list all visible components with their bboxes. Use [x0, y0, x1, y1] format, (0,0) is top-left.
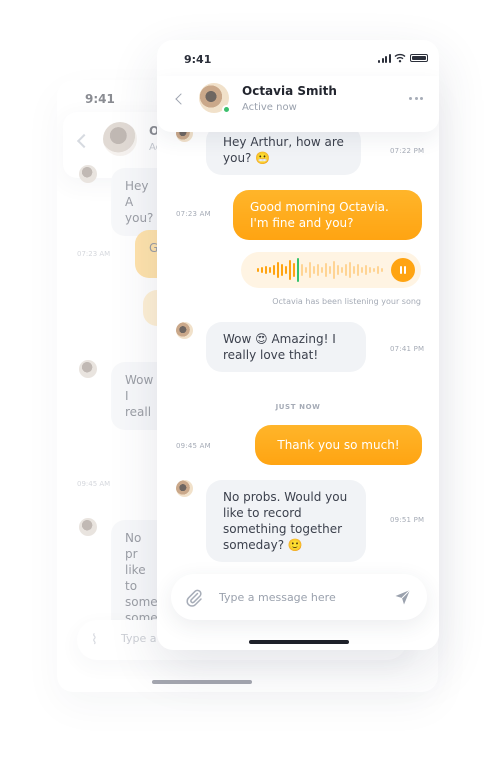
voice-listen-status: Octavia has been listening your song — [272, 297, 421, 306]
time-divider: JUST NOW — [275, 403, 321, 411]
message-bubble-incoming[interactable]: Hey Arthur, how are you? 😬 — [206, 125, 361, 175]
back-avatar-small — [79, 360, 97, 378]
paperclip-icon — [186, 589, 202, 607]
message-bubble-outgoing[interactable]: Good morning Octavia. I'm fine and you? — [233, 190, 422, 240]
back-avatar — [103, 122, 137, 156]
attach-button[interactable] — [184, 587, 204, 607]
message-input[interactable] — [219, 586, 379, 608]
back-home-indicator — [152, 680, 252, 684]
home-indicator — [249, 640, 349, 644]
back-message-time: 07:23 AM — [77, 250, 111, 258]
back-paperclip-icon: ⌇ — [91, 632, 98, 648]
back-avatar-small — [79, 518, 97, 536]
back-message-time: 09:45 AM — [77, 480, 111, 488]
message-bubble-outgoing[interactable]: Thank you so much! — [255, 425, 422, 465]
back-chevron-left-icon — [76, 133, 92, 149]
contact-status: Active now — [242, 102, 297, 113]
send-button[interactable] — [393, 587, 413, 607]
back-button[interactable] — [171, 90, 191, 110]
audio-waveform[interactable] — [257, 258, 387, 282]
message-time: 09:45 AM — [176, 442, 211, 450]
message-composer — [171, 574, 427, 620]
message-time: 07:23 AM — [176, 210, 211, 218]
contact-name[interactable]: Octavia Smith — [242, 84, 337, 98]
chevron-left-icon — [175, 93, 187, 105]
pause-button[interactable] — [391, 258, 415, 282]
message-time: 07:41 PM — [390, 345, 425, 353]
sender-avatar — [176, 480, 193, 497]
more-options-button[interactable] — [407, 92, 425, 104]
sender-avatar — [176, 322, 193, 339]
back-status-time: 9:41 — [85, 92, 115, 106]
chat-header: Octavia Smith Active now — [157, 76, 439, 132]
back-avatar-small — [79, 165, 97, 183]
message-bubble-incoming[interactable]: No probs. Would you like to record somet… — [206, 480, 366, 562]
message-time: 07:22 PM — [390, 147, 425, 155]
pause-icon — [400, 266, 402, 274]
online-status-dot — [222, 105, 231, 114]
chat-screen: 9:41 Octavia Smith Active now Hey Arthur… — [157, 40, 439, 650]
message-time: 09:51 PM — [390, 516, 425, 524]
send-icon — [395, 589, 411, 605]
message-bubble-incoming[interactable]: Wow 😍 Amazing! I really love that! — [206, 322, 366, 372]
voice-message-player[interactable] — [241, 252, 421, 288]
back-composer-placeholder: Type a — [121, 632, 157, 645]
